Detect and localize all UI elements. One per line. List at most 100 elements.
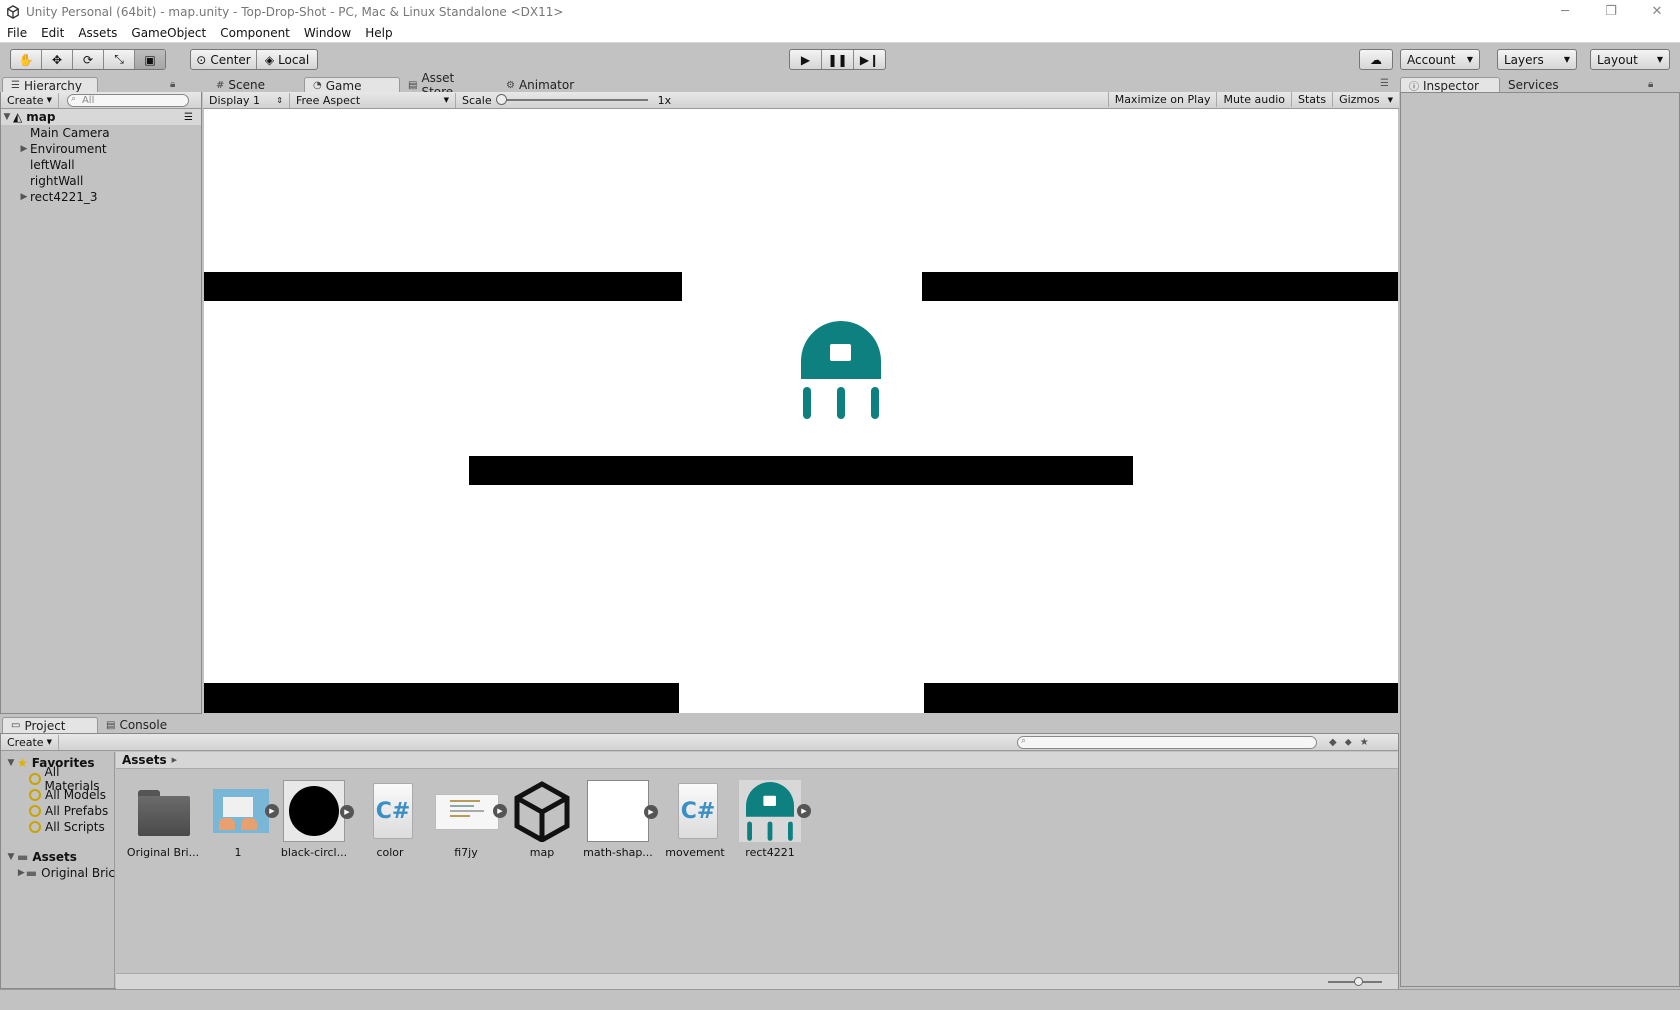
folder-icon [132, 780, 194, 842]
expand-arrow-icon[interactable]: ▶ [18, 192, 30, 202]
asset-math-shape[interactable]: ▶ math-shap... [581, 780, 658, 859]
hierarchy-item-rightwall[interactable]: rightWall [1, 173, 201, 189]
restore-button[interactable]: ❐ [1588, 0, 1634, 23]
hierarchy-item-enviroument[interactable]: ▶ Enviroument [1, 141, 201, 157]
menu-window[interactable]: Window [297, 26, 358, 40]
hierarchy-create-button[interactable]: Create ▼ [1, 92, 59, 108]
asset-color-script[interactable]: C# color [353, 780, 427, 859]
gizmos-dropdown[interactable]: Gizmos ▼ [1333, 92, 1399, 107]
icon-size-slider-thumb[interactable] [1354, 977, 1363, 986]
pause-button[interactable]: ❚❚ [822, 50, 854, 69]
lock-icon[interactable]: 🔒︎ [170, 79, 175, 90]
expand-arrow-icon[interactable]: ▶ [797, 804, 811, 818]
menu-file[interactable]: File [0, 26, 34, 40]
favorite-all-materials[interactable]: All Materials [29, 765, 114, 793]
circle-thumbnail-icon: ▶ [283, 780, 354, 842]
filter-by-type-icon[interactable]: ◆ [1329, 737, 1337, 748]
search-icon: ⌕ [70, 93, 76, 104]
tab-hierarchy[interactable]: ☰ Hierarchy [2, 77, 98, 93]
project-search-input[interactable]: ⌕ [1017, 735, 1317, 749]
star-icon: ★ [17, 756, 28, 770]
play-button[interactable]: ▶ [790, 50, 822, 69]
cloud-button[interactable]: ☁ [1359, 49, 1393, 70]
tab-console[interactable]: ▤ Console [98, 717, 194, 733]
stats-toggle[interactable]: Stats [1292, 92, 1334, 107]
hierarchy-item-rect4221-3[interactable]: ▶ rect4221_3 [1, 189, 201, 205]
mute-audio-toggle[interactable]: Mute audio [1217, 92, 1292, 107]
scale-tool-button[interactable]: ⤡ [104, 50, 135, 69]
expand-arrow-icon[interactable]: ▶ [18, 144, 30, 154]
asset-rect4221[interactable]: ▶ rect4221 [733, 780, 811, 859]
move-tool-button[interactable]: ✥ [42, 50, 73, 69]
hierarchy-item-main-camera[interactable]: Main Camera [1, 125, 201, 141]
tab-services[interactable]: Services [1500, 77, 1600, 93]
favorite-star-icon[interactable]: ★ [1360, 737, 1369, 748]
pause-icon: ❚❚ [827, 52, 848, 67]
scale-slider-thumb[interactable] [495, 94, 507, 105]
tab-asset-store[interactable]: ▤Asset Store [400, 71, 498, 99]
console-icon: ▤ [106, 719, 116, 731]
account-dropdown[interactable]: Account ▼ [1400, 49, 1480, 70]
scale-slider[interactable] [495, 94, 648, 105]
layout-dropdown[interactable]: Layout ▼ [1590, 49, 1670, 70]
menu-edit[interactable]: Edit [34, 26, 71, 40]
favorite-all-scripts[interactable]: All Scripts [29, 819, 105, 835]
pivot-local-button[interactable]: ◈ Local [257, 50, 317, 69]
expand-arrow-icon[interactable]: ▶ [340, 805, 354, 819]
maximize-on-play-toggle[interactable]: Maximize on Play [1107, 92, 1218, 107]
tab-animator[interactable]: ⚙ Animator [498, 77, 594, 93]
project-footer [116, 973, 1398, 989]
store-icon: ▤ [408, 79, 418, 91]
expand-arrow-icon[interactable]: ▶ [644, 805, 658, 819]
csharp-script-icon: C# [664, 780, 726, 842]
inspector-lock-icon[interactable]: 🔒︎ [1648, 79, 1653, 90]
asset-original-bricks[interactable]: Original Bri... [126, 780, 200, 859]
scale-control: Scale 1x [462, 93, 672, 107]
rotate-tool-button[interactable]: ⟳ [73, 50, 104, 69]
step-button[interactable]: ▶❙ [854, 50, 885, 69]
pivot-toggles: ⊙ Center ◈ Local [190, 49, 318, 70]
filter-by-label-icon[interactable]: ⬥ [1345, 737, 1352, 748]
aspect-dropdown[interactable]: Free Aspect ▼ [290, 92, 456, 108]
window-title: Unity Personal (64bit) - map.unity - Top… [26, 4, 564, 19]
minimize-button[interactable]: ─ [1542, 0, 1588, 23]
panel-menu-icon[interactable]: ☰ [1380, 78, 1389, 89]
menu-gameobject[interactable]: GameObject [124, 26, 213, 40]
close-button[interactable]: ✕ [1634, 0, 1680, 23]
project-panel: Create ▼ ⌕ ◆ ⬥ ★ ▼ ★ Favorites All Materi… [0, 733, 1399, 989]
dropdown-arrow-icon: ▼ [1656, 55, 1663, 64]
game-view[interactable] [204, 109, 1398, 713]
transform-tools: ✋ ✥ ⟳ ⤡ ▣ [10, 49, 166, 70]
display-dropdown[interactable]: Display 1 ⇕ [203, 92, 290, 108]
tab-project[interactable]: ▭ Project [2, 717, 98, 733]
right-top-wall [922, 272, 1398, 301]
asset-fi7jy[interactable]: ▶ fi7jy [429, 780, 507, 859]
tab-game[interactable]: ◔ Game [304, 77, 400, 93]
pivot-center-button[interactable]: ⊙ Center [191, 50, 257, 69]
project-create-button[interactable]: Create ▼ [1, 734, 59, 750]
asset-movement-script[interactable]: C# movement [658, 780, 732, 859]
scene-menu-icon[interactable]: ☰ [184, 112, 193, 123]
scene-row[interactable]: ▼ ◭ map ☰ [1, 109, 201, 125]
tab-scene[interactable]: # Scene [208, 77, 304, 93]
menu-help[interactable]: Help [358, 26, 399, 40]
menu-component[interactable]: Component [213, 26, 297, 40]
hand-tool-button[interactable]: ✋ [11, 50, 42, 69]
hierarchy-item-leftwall[interactable]: leftWall [1, 157, 201, 173]
assets-header[interactable]: ▼ ▬ Assets [5, 849, 77, 865]
expand-arrow-icon: ▼ [7, 852, 15, 862]
rect-tool-button[interactable]: ▣ [135, 50, 165, 69]
layers-dropdown[interactable]: Layers ▼ [1497, 49, 1577, 70]
project-tabs: ▭ Project ▤ Console [2, 716, 194, 733]
middle-platform [469, 456, 1133, 485]
asset-folder-original[interactable]: ▶ ▬ Original Bric [17, 865, 115, 881]
asset-map-scene[interactable]: map [505, 780, 579, 859]
hierarchy-search-input[interactable]: ⌕ All [66, 93, 189, 107]
icon-size-slider[interactable] [1328, 977, 1382, 986]
favorite-all-prefabs[interactable]: All Prefabs [29, 803, 108, 819]
asset-1[interactable]: ▶ 1 [201, 780, 279, 859]
tab-inspector[interactable]: ⓘ Inspector [1400, 77, 1500, 93]
menu-assets[interactable]: Assets [71, 26, 124, 40]
favorite-all-models[interactable]: All Models [29, 787, 106, 803]
asset-black-circle[interactable]: ▶ black-circl... [277, 780, 354, 859]
